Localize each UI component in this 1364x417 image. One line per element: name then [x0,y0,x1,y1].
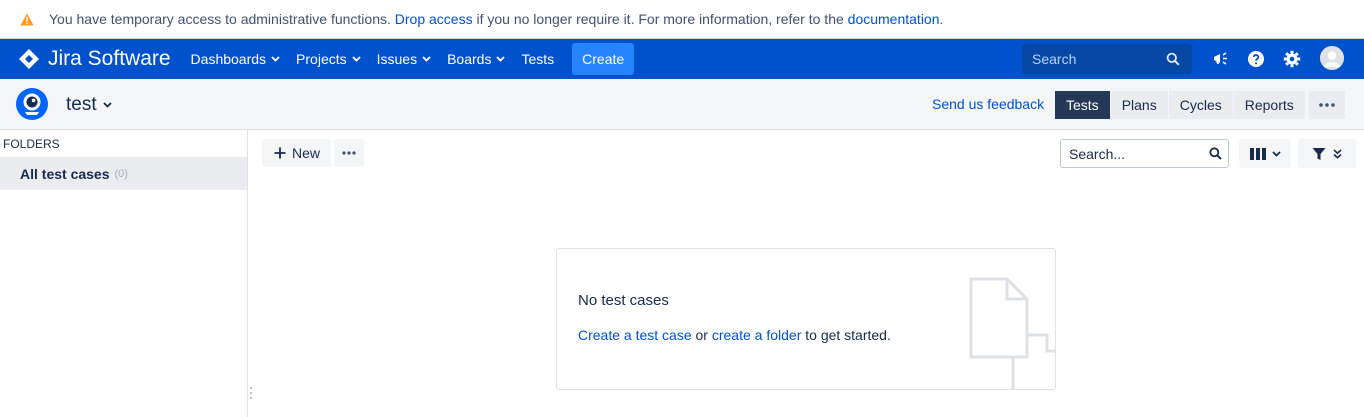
warning-icon [20,13,34,26]
project-name: test [66,94,97,115]
empty-state-title: No test cases [578,292,669,309]
brand-name: Jira Software [48,47,171,70]
nav-dashboards-label: Dashboards [190,51,267,67]
user-avatar[interactable] [1320,46,1344,70]
nav-tests[interactable]: Tests [513,39,562,79]
jira-software-logo[interactable]: Jira Software [18,47,171,71]
folder-count: (0) [114,167,128,180]
folders-heading: FOLDERS [3,137,60,151]
nav-dashboards[interactable]: Dashboards [183,39,289,79]
project-avatar[interactable] [16,88,48,120]
tab-plans[interactable]: Plans [1110,91,1168,119]
get-started-text: to get started. [801,327,891,343]
chevron-down-icon [102,102,112,108]
or-text: or [691,327,712,343]
project-name-dropdown[interactable]: test [66,94,112,116]
nav-boards-label: Boards [447,51,492,67]
folder-label: All test cases [20,165,110,182]
test-case-search-input[interactable] [1067,145,1206,163]
drop-access-link[interactable]: Drop access [395,11,473,27]
nav-issues[interactable]: Issues [369,39,439,79]
sidebar-resize-handle[interactable] [248,386,254,400]
document-illustration-icon [967,277,1055,389]
top-navigation: Jira Software Dashboards Projects Issues… [0,39,1364,79]
more-horizontal-icon [342,151,356,155]
toolbar-more-button[interactable] [334,139,364,167]
search-icon[interactable] [1209,147,1222,160]
project-tabs: Tests Plans Cycles Reports [1055,91,1306,119]
nav-projects[interactable]: Projects [288,39,369,79]
global-search-input[interactable] [1022,50,1164,68]
nav-projects-label: Projects [296,51,347,67]
more-horizontal-icon [1319,103,1335,107]
chevron-down-icon [271,56,280,62]
double-chevron-down-icon [1333,148,1342,159]
filter-icon [1312,147,1326,161]
chevron-down-icon [496,56,506,62]
admin-access-banner: You have temporary access to administrat… [0,0,1364,39]
chevron-down-icon [1271,150,1281,157]
global-search[interactable] [1022,44,1192,74]
project-more-button[interactable] [1309,91,1345,119]
test-case-search[interactable] [1060,139,1229,168]
search-icon[interactable] [1166,52,1180,66]
folder-all-test-cases[interactable]: All test cases (0) [0,157,247,190]
chevron-down-icon [422,56,431,62]
tab-cycles[interactable]: Cycles [1168,91,1233,119]
banner-text-before: You have temporary access to administrat… [49,11,395,27]
tab-reports[interactable]: Reports [1233,91,1305,119]
columns-icon [1249,147,1266,160]
create-button[interactable]: Create [572,43,635,75]
create-folder-link[interactable]: create a folder [712,327,802,343]
filter-button[interactable] [1298,139,1356,168]
tab-tests[interactable]: Tests [1055,91,1110,119]
chevron-down-icon [351,56,361,62]
notifications-megaphone-icon[interactable] [1212,50,1230,68]
project-header: test Send us feedback Tests Plans Cycles… [0,79,1364,130]
banner-text-middle: if you no longer require it. For more in… [472,11,848,27]
jira-logo-icon [18,48,40,70]
folders-sidebar: FOLDERS All test cases (0) [0,130,248,417]
help-icon[interactable] [1247,50,1265,68]
new-button[interactable]: New [262,139,331,167]
empty-state-card: No test cases Create a test case or crea… [556,248,1056,390]
new-button-label: New [292,145,321,161]
empty-state-message: Create a test case or create a folder to… [578,327,891,343]
plus-icon [274,147,286,159]
nav-issues-label: Issues [376,51,418,67]
nav-boards[interactable]: Boards [439,39,513,79]
create-test-case-link[interactable]: Create a test case [578,327,692,343]
columns-button[interactable] [1239,139,1291,168]
nav-tests-label: Tests [521,51,555,67]
send-feedback-link[interactable]: Send us feedback [932,96,1044,112]
documentation-link[interactable]: documentation [848,11,940,27]
banner-text-after: . [939,11,944,27]
settings-gear-icon[interactable] [1283,50,1301,68]
